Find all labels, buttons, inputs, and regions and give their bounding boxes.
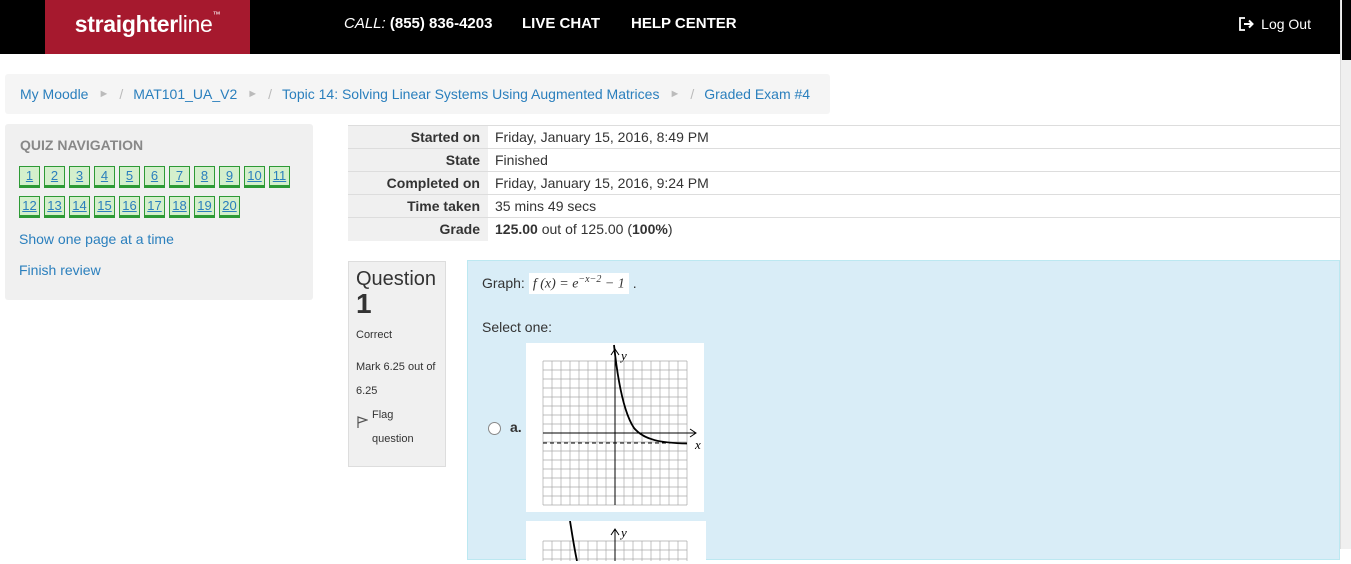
call-phone[interactable]: CALL: (855) 836-4203 [344, 15, 492, 32]
summary-value: Friday, January 15, 2016, 8:49 PM [495, 129, 709, 145]
question-button-4[interactable]: 4 [94, 166, 115, 188]
option-a-radio[interactable] [488, 422, 501, 435]
logout-icon [1239, 17, 1255, 31]
logout-link[interactable]: Log Out [1239, 16, 1311, 32]
attempt-summary-table: Started on Friday, January 15, 2016, 8:4… [348, 125, 1340, 241]
scrollbar-thumb[interactable] [1342, 0, 1351, 60]
summary-label: State [348, 148, 488, 172]
summary-label: Started on [348, 125, 488, 149]
breadcrumb-topic[interactable]: Topic 14: Solving Linear Systems Using A… [282, 86, 659, 102]
question-content: Graph: f (x) = e−x−2 − 1 . Select one: a… [467, 260, 1340, 562]
logo-text-bold: straighter [74, 11, 178, 37]
phone-number: (855) 836-4203 [389, 15, 493, 32]
breadcrumb-exam[interactable]: Graded Exam #4 [704, 86, 810, 102]
question-button-2[interactable]: 2 [44, 166, 65, 188]
graph-x-label: x [694, 437, 701, 452]
table-row: Time taken 35 mins 49 secs [348, 194, 1340, 218]
summary-label: Completed on [348, 171, 488, 195]
question-button-7[interactable]: 7 [169, 166, 190, 188]
formula-base: f (x) = e [532, 276, 579, 292]
breadcrumb-my-moodle[interactable]: My Moodle [20, 86, 88, 102]
quiz-navigation-block: QUIZ NAVIGATION 1 2 3 4 5 6 7 8 9 10 11 … [5, 124, 313, 300]
question-button-5[interactable]: 5 [119, 166, 140, 188]
breadcrumb-course[interactable]: MAT101_UA_V2 [133, 86, 237, 102]
finish-review-link[interactable]: Finish review [19, 262, 101, 278]
question-button-20[interactable]: 20 [219, 196, 240, 218]
question-button-8[interactable]: 8 [194, 166, 215, 188]
question-text: Graph: f (x) = e−x−2 − 1 . [482, 273, 637, 294]
breadcrumb-slash: / [119, 86, 124, 102]
question-button-11[interactable]: 11 [269, 166, 290, 188]
question-status: Correct [356, 329, 393, 341]
option-b-graph[interactable]: y [526, 520, 706, 562]
summary-value: Friday, January 15, 2016, 9:24 PM [495, 175, 709, 191]
grade-mid: out of 125.00 ( [537, 221, 633, 238]
breadcrumb-slash: / [690, 86, 695, 102]
logo-text-light: line [177, 11, 213, 37]
summary-label: Time taken [348, 194, 488, 218]
table-row: State Finished [348, 148, 1340, 172]
summary-value: Finished [495, 152, 548, 168]
page-scrollbar[interactable] [1340, 0, 1351, 549]
question-number: 1 [356, 288, 372, 319]
question-button-13[interactable]: 13 [44, 196, 65, 218]
breadcrumb-slash: / [268, 86, 273, 102]
graph-y-label: y [619, 525, 627, 540]
formula-tail: − 1 [601, 276, 625, 292]
summary-value: 35 mins 49 secs [495, 198, 597, 214]
help-center-link[interactable]: HELP CENTER [631, 15, 737, 32]
table-row: Started on Friday, January 15, 2016, 8:4… [348, 125, 1340, 149]
formula-exponent: −x−2 [578, 274, 602, 285]
show-one-page-link[interactable]: Show one page at a time [19, 231, 174, 247]
straighterline-logo[interactable]: straighterline™ [45, 0, 250, 54]
flag-question-button[interactable]: Flag question [356, 409, 438, 451]
question-button-9[interactable]: 9 [219, 166, 240, 188]
quiz-navigation-title: QUIZ NAVIGATION [20, 137, 144, 153]
select-one-label: Select one: [482, 319, 553, 335]
question-period: . [632, 275, 637, 292]
graph-y-label: y [619, 348, 627, 363]
summary-label: Grade [348, 217, 488, 241]
live-chat-link[interactable]: LIVE CHAT [522, 15, 600, 32]
logo-trademark: ™ [212, 10, 221, 19]
question-info: Question 1 Correct Mark 6.25 out of 6.25… [348, 261, 446, 467]
breadcrumb-arrow-icon: ► [98, 88, 110, 100]
question-button-1[interactable]: 1 [19, 166, 40, 188]
question-button-15[interactable]: 15 [94, 196, 115, 218]
breadcrumb-arrow-icon: ► [247, 88, 259, 100]
question-button-14[interactable]: 14 [69, 196, 90, 218]
grade-end: ) [667, 221, 673, 238]
grade-score: 125.00 [495, 221, 538, 238]
question-prompt: Graph: [482, 275, 525, 292]
flag-icon [357, 416, 368, 428]
breadcrumb-arrow-icon: ► [669, 88, 681, 100]
flag-question-label: Flag question [372, 409, 414, 445]
question-button-16[interactable]: 16 [119, 196, 140, 218]
question-button-19[interactable]: 19 [194, 196, 215, 218]
top-bar: straighterline™ CALL: (855) 836-4203 LIV… [0, 0, 1340, 54]
grade-value: 125.00 out of 125.00 (100%) [488, 218, 1340, 241]
question-formula: f (x) = e−x−2 − 1 [528, 273, 629, 294]
breadcrumb: My Moodle ► / MAT101_UA_V2 ► / Topic 14: S… [5, 74, 830, 114]
option-a-graph-svg: y x [542, 344, 701, 506]
option-b-graph-svg: y [542, 520, 688, 562]
call-label: CALL: [344, 15, 386, 32]
question-buttons: 1 2 3 4 5 6 7 8 9 10 11 12 13 14 15 16 1… [19, 166, 309, 218]
question-mark: Mark 6.25 out of 6.25 [356, 361, 436, 397]
question-button-10[interactable]: 10 [244, 166, 265, 188]
question-button-3[interactable]: 3 [69, 166, 90, 188]
question-button-17[interactable]: 17 [144, 196, 165, 218]
grade-percent: 100% [632, 221, 668, 238]
option-a-graph[interactable]: y x [526, 343, 704, 512]
table-row: Grade 125.00 out of 125.00 (100%) [348, 217, 1340, 241]
logout-label: Log Out [1261, 16, 1311, 32]
question-button-6[interactable]: 6 [144, 166, 165, 188]
option-a-label: a. [510, 419, 522, 435]
question-button-12[interactable]: 12 [19, 196, 40, 218]
question-button-18[interactable]: 18 [169, 196, 190, 218]
table-row: Completed on Friday, January 15, 2016, 9… [348, 171, 1340, 195]
